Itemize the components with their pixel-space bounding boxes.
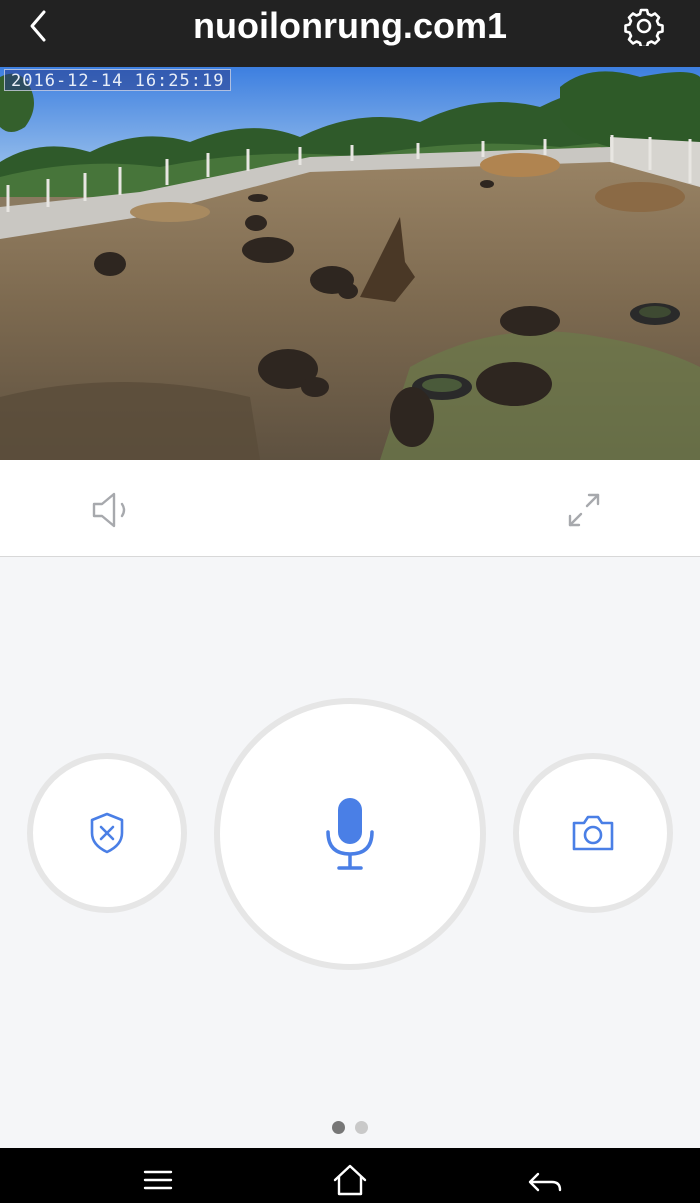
video-timestamp: 2016-12-14 16:25:19 xyxy=(4,69,232,91)
shield-x-icon xyxy=(90,812,124,854)
menu-button[interactable] xyxy=(133,1158,183,1198)
live-video-feed[interactable]: 2016-12-14 16:25:19 xyxy=(0,67,700,460)
privacy-mode-button[interactable] xyxy=(27,753,187,913)
page-title: nuoilonrung.com1 xyxy=(193,5,507,46)
camera-live-view: nuoilonrung.com1 2016-12-14 16:25:19 xyxy=(0,0,700,1203)
system-back-button[interactable] xyxy=(520,1158,570,1198)
action-panel xyxy=(0,558,700,1148)
home-icon xyxy=(333,1164,367,1196)
camera-icon xyxy=(572,815,614,851)
video-frame xyxy=(0,67,700,460)
back-arrow-icon xyxy=(528,1172,562,1192)
snapshot-button[interactable] xyxy=(513,753,673,913)
mute-toggle-button[interactable] xyxy=(88,490,134,530)
page-dot-1[interactable] xyxy=(332,1121,345,1134)
fullscreen-button[interactable] xyxy=(565,492,603,528)
menu-icon xyxy=(143,1170,173,1190)
settings-button[interactable] xyxy=(624,6,664,49)
system-navigation-bar xyxy=(0,1148,700,1203)
gear-icon xyxy=(624,8,664,49)
speaker-icon xyxy=(92,492,126,528)
microphone-icon xyxy=(326,798,374,870)
talk-button[interactable] xyxy=(214,698,486,970)
page-dot-2[interactable] xyxy=(355,1121,368,1134)
page-indicator xyxy=(0,1121,700,1135)
home-button[interactable] xyxy=(325,1158,375,1198)
video-controls-bar xyxy=(0,460,700,557)
expand-icon xyxy=(568,493,600,527)
top-bar: nuoilonrung.com1 xyxy=(0,0,700,67)
